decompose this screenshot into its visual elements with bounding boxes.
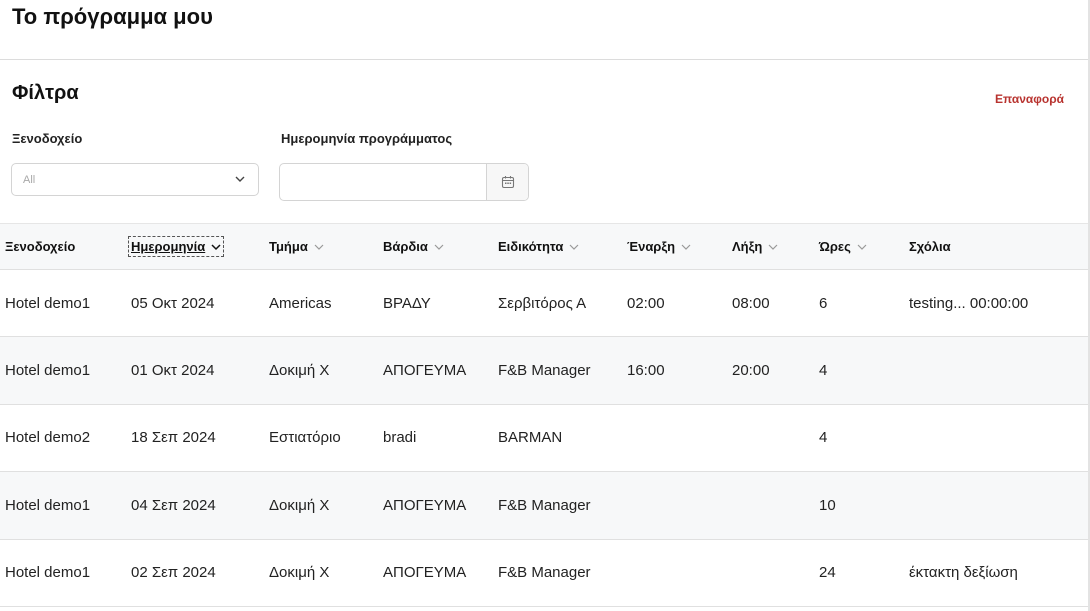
cell-comments: testing... 00:00:00 [909,294,1029,312]
column-header-shift[interactable]: Βάρδια [383,223,498,270]
column-header-label: Σχόλια [909,239,951,254]
column-header-label: Βάρδια [383,239,428,254]
chevron-down-icon [681,244,691,250]
page-title: Το πρόγραμμα μου [12,4,213,29]
table-row[interactable]: Hotel demo1 05 Οκτ 2024 Americas ΒΡΑΔΥ Σ… [0,269,1088,337]
table-row[interactable]: Hotel demo2 18 Σεπ 2024 Εστιατόριο bradi… [0,404,1088,471]
cell-end [732,404,819,471]
cell-specialty: F&B Manager [498,564,591,582]
cell-department: Americas [269,294,332,312]
cell-start [627,472,732,539]
column-header-date[interactable]: Ημερομηνία [127,223,269,270]
cell-hotel: Hotel demo1 [5,564,91,582]
chevron-down-icon [569,244,579,250]
cell-comments [909,472,1088,539]
cell-date: 04 Σεπ 2024 [131,496,216,514]
column-header-label: Λήξη [732,239,763,254]
cell-hours: 4 [819,362,828,380]
schedule-table: Ξενοδοχείο Ημερομηνία Τμήμα Βάρδια Ειδικ… [0,223,1088,607]
column-header-label: Έναρξη [627,239,676,254]
column-header-department[interactable]: Τμήμα [269,223,383,270]
cell-specialty: BARMAN [498,429,563,447]
chevron-down-icon [857,244,867,250]
cell-specialty: Σερβιτόρος Α [498,294,587,312]
cell-shift: bradi [383,429,417,447]
cell-end [732,539,819,606]
cell-hours: 24 [819,564,836,582]
cell-date: 18 Σεπ 2024 [131,429,216,447]
filters-title: Φίλτρα [12,82,79,104]
cell-start: 16:00 [627,362,665,380]
cell-specialty: F&B Manager [498,362,591,380]
column-header-label: Ημερομηνία [131,239,206,254]
cell-hours: 6 [819,294,828,312]
cell-date: 05 Οκτ 2024 [131,294,215,312]
cell-start: 02:00 [627,294,665,312]
cell-department: Δοκιμή Χ [269,496,330,514]
cell-date: 02 Σεπ 2024 [131,564,216,582]
chevron-down-icon [314,244,324,250]
cell-end: 08:00 [732,294,770,312]
column-header-label: Ξενοδοχείο [5,239,76,254]
column-header-label: Ώρες [819,239,851,254]
schedule-date-input[interactable] [280,164,486,200]
column-header-start[interactable]: Έναρξη [627,223,732,270]
cell-department: Δοκιμή Χ [269,564,330,582]
schedule-date-picker [279,163,529,201]
hotel-select[interactable]: All [11,163,259,196]
cell-shift: ΑΠΟΓΕΥΜΑ [383,564,467,582]
cell-department: Εστιατόριο [269,429,341,447]
column-header-hotel: Ξενοδοχείο [0,223,131,270]
column-header-comments: Σχόλια [909,223,1088,270]
cell-start [627,539,732,606]
schedule-date-label: Ημερομηνία προγράμματος [281,131,453,146]
column-header-end[interactable]: Λήξη [732,223,819,270]
cell-shift: ΒΡΑΔΥ [383,294,431,312]
table-row[interactable]: Hotel demo1 04 Σεπ 2024 Δοκιμή Χ ΑΠΟΓΕΥΜ… [0,471,1088,540]
cell-start [627,404,732,471]
cell-hotel: Hotel demo2 [5,429,91,447]
table-header-row: Ξενοδοχείο Ημερομηνία Τμήμα Βάρδια Ειδικ… [0,223,1088,270]
calendar-icon [501,176,515,189]
page-header: Το πρόγραμμα μου [0,0,1088,60]
column-header-label: Ειδικότητα [498,239,564,254]
sorted-column-header[interactable]: Ημερομηνία [127,236,225,257]
schedule-page: Το πρόγραμμα μου Φίλτρα Επαναφορά Ξενοδο… [0,0,1090,611]
cell-hotel: Hotel demo1 [5,362,91,380]
cell-hotel: Hotel demo1 [5,496,91,514]
cell-comments: έκτακτη δεξίωση [909,564,1018,582]
table-row[interactable]: Hotel demo1 02 Σεπ 2024 Δοκιμή Χ ΑΠΟΓΕΥΜ… [0,539,1088,607]
cell-date: 01 Οκτ 2024 [131,362,215,380]
chevron-down-icon [434,244,444,250]
reset-filters-link[interactable]: Επαναφορά [995,92,1064,106]
column-header-specialty[interactable]: Ειδικότητα [498,223,627,270]
hotel-filter-label: Ξενοδοχείο [12,131,83,146]
cell-shift: ΑΠΟΓΕΥΜΑ [383,362,467,380]
cell-specialty: F&B Manager [498,496,591,514]
cell-end: 20:00 [732,362,770,380]
chevron-down-icon [768,244,778,250]
cell-comments [909,337,1088,404]
cell-comments [909,404,1088,471]
chevron-down-icon [235,176,245,182]
cell-shift: ΑΠΟΓΕΥΜΑ [383,496,467,514]
cell-hours: 4 [819,429,828,447]
column-header-hours[interactable]: Ώρες [819,223,909,270]
sort-desc-icon [211,243,221,250]
table-row[interactable]: Hotel demo1 01 Οκτ 2024 Δοκιμή Χ ΑΠΟΓΕΥΜ… [0,336,1088,405]
cell-end [732,472,819,539]
calendar-button[interactable] [486,164,528,200]
cell-department: Δοκιμή Χ [269,362,330,380]
cell-hours: 10 [819,496,836,514]
column-header-label: Τμήμα [269,239,308,254]
cell-hotel: Hotel demo1 [5,294,91,312]
hotel-select-value: All [23,174,36,186]
